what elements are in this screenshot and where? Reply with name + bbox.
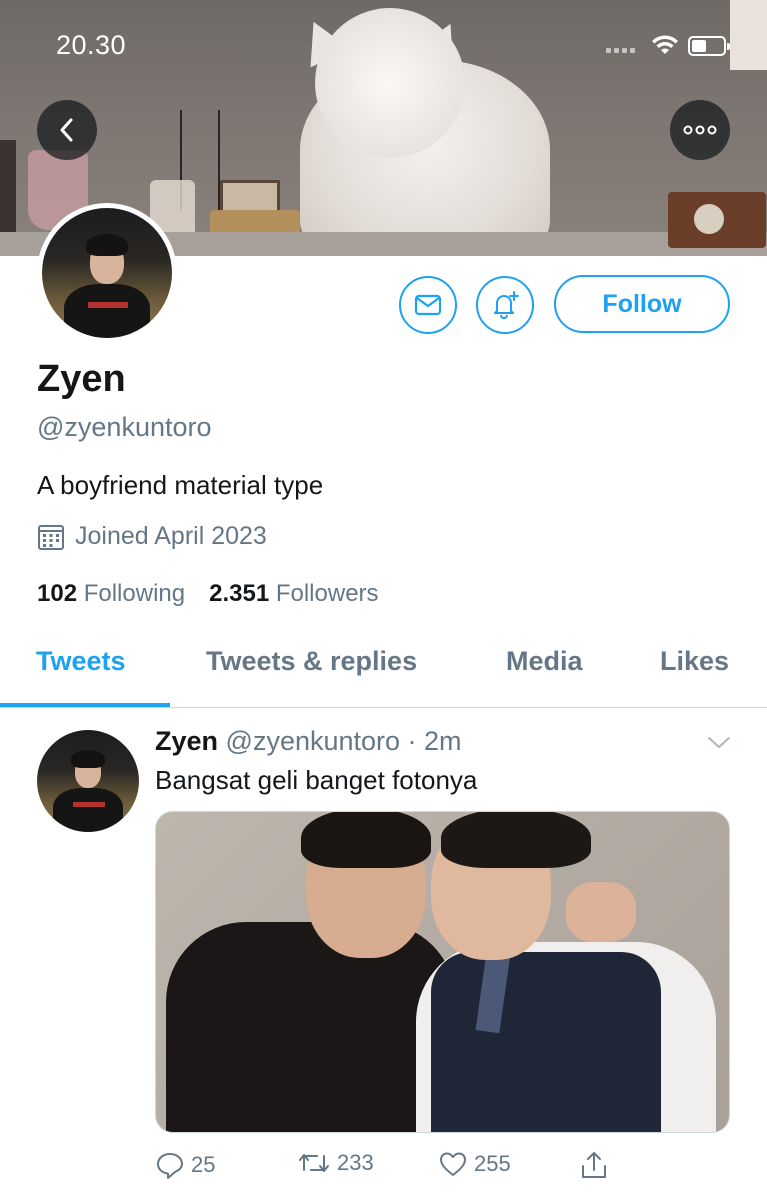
profile-handle: @zyenkuntoro xyxy=(37,412,212,442)
notifications-button[interactable] xyxy=(476,276,534,334)
joined-date: Joined April 2023 xyxy=(37,522,267,551)
tab-tweets[interactable]: Tweets xyxy=(36,646,126,677)
tweet-author-name[interactable]: Zyen xyxy=(155,726,218,756)
tab-tweets-replies[interactable]: Tweets & replies xyxy=(206,646,417,677)
followers-label: Followers xyxy=(275,580,379,607)
tweet-meta: @zyenkuntoro · 2m xyxy=(225,726,462,756)
battery-icon xyxy=(688,36,730,56)
reply-button[interactable]: 25 xyxy=(155,1150,215,1180)
tweet-avatar[interactable] xyxy=(37,730,139,832)
tweet-actions: 25 233 255 xyxy=(155,1150,730,1186)
share-button[interactable] xyxy=(580,1150,608,1180)
status-time: 20.30 xyxy=(56,30,127,60)
like-count: 255 xyxy=(474,1151,511,1176)
envelope-icon xyxy=(414,294,442,316)
bell-plus-icon xyxy=(494,291,519,319)
profile-bio: A boyfriend material type xyxy=(37,470,324,500)
follow-button[interactable]: Follow xyxy=(554,275,730,333)
heart-icon xyxy=(440,1152,466,1176)
retweet-button[interactable]: 233 xyxy=(297,1150,374,1176)
chevron-left-icon xyxy=(60,118,73,142)
profile-tabs: Tweets Tweets & replies Media Likes xyxy=(0,630,767,708)
tab-media[interactable]: Media xyxy=(506,646,583,677)
more-options-button[interactable] xyxy=(670,100,730,160)
wifi-icon xyxy=(652,35,678,54)
cat-head xyxy=(315,8,465,158)
back-button[interactable] xyxy=(37,100,97,160)
share-icon xyxy=(582,1152,606,1178)
calendar-icon xyxy=(38,524,64,550)
message-button[interactable] xyxy=(399,276,457,334)
following-count: 102 xyxy=(37,580,78,607)
retweet-icon xyxy=(299,1154,329,1172)
signal-icon xyxy=(606,48,635,53)
avatar-image xyxy=(42,208,172,338)
profile-name: Zyen xyxy=(37,358,126,400)
banner-radio xyxy=(668,192,766,248)
followers-link[interactable]: 2.351 Followers xyxy=(209,580,378,608)
follow-counts: 102 Following 2.351 Followers xyxy=(37,580,379,608)
joined-text: Joined April 2023 xyxy=(75,522,267,550)
chevron-down-icon[interactable] xyxy=(706,732,732,752)
tweet-text: Bangsat geli banget fotonya xyxy=(155,765,478,795)
following-link[interactable]: 102 Following xyxy=(37,580,185,608)
retweet-count: 233 xyxy=(337,1150,374,1175)
profile-avatar[interactable] xyxy=(37,203,177,343)
tab-likes[interactable]: Likes xyxy=(660,646,729,677)
reply-icon xyxy=(157,1153,183,1179)
followers-count: 2.351 xyxy=(209,580,270,607)
tweet-photo[interactable] xyxy=(155,811,730,1133)
following-label: Following xyxy=(83,580,186,607)
banner-shape xyxy=(730,0,767,70)
status-icons xyxy=(606,34,732,58)
like-button[interactable]: 255 xyxy=(438,1150,511,1178)
tweet-header: Zyen @zyenkuntoro · 2m xyxy=(155,726,462,757)
more-icon xyxy=(683,125,717,135)
active-tab-indicator xyxy=(0,703,170,707)
reply-count: 25 xyxy=(191,1152,216,1177)
